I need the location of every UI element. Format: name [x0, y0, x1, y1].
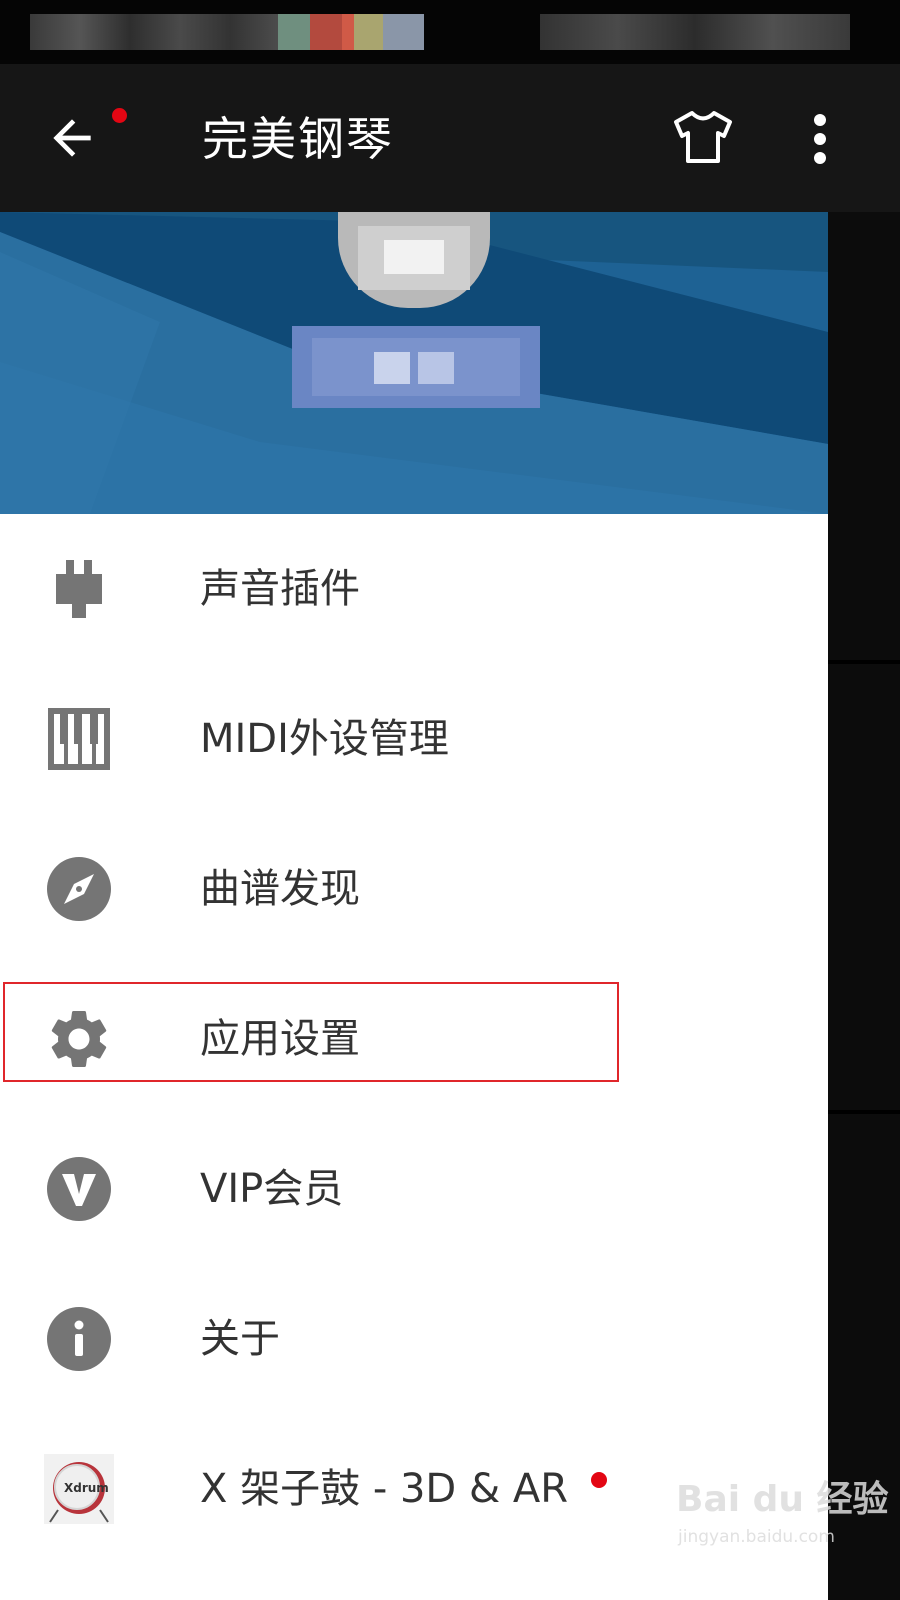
menu-item-score-discovery[interactable]: 曲谱发现 — [0, 814, 828, 964]
menu-label: 关于 — [200, 1316, 280, 1362]
menu-item-about[interactable]: 关于 — [0, 1264, 828, 1414]
avatar[interactable] — [338, 212, 490, 308]
scrim-divider — [828, 1110, 900, 1114]
drum-app-icon: Xdrum — [44, 1454, 114, 1524]
status-bar-redacted-left — [30, 14, 280, 50]
drawer-scrim[interactable] — [828, 212, 900, 1600]
plugin-icon — [56, 560, 102, 618]
back-button[interactable] — [44, 106, 127, 170]
menu-item-x-drums[interactable]: Xdrum X 架子鼓 - 3D & AR — [0, 1414, 828, 1564]
username-redacted — [292, 326, 540, 408]
app-bar: 完美钢琴 — [0, 64, 900, 212]
menu-label: 声音插件 — [200, 566, 360, 612]
app-title: 完美钢琴 — [202, 112, 394, 166]
info-icon — [47, 1307, 111, 1371]
menu-item-midi[interactable]: MIDI外设管理 — [0, 664, 828, 814]
back-notification-dot — [112, 108, 127, 123]
menu-label: VIP会员 — [200, 1166, 344, 1212]
more-vert-icon — [814, 114, 826, 164]
back-arrow-icon — [53, 119, 91, 157]
menu-label: MIDI外设管理 — [200, 716, 449, 762]
menu-item-app-settings[interactable]: 应用设置 — [0, 964, 828, 1114]
menu-label: X 架子鼓 - 3D & AR — [200, 1466, 569, 1512]
skin-button[interactable] — [672, 108, 738, 170]
notification-dot — [591, 1472, 607, 1488]
scrim-divider — [828, 660, 900, 664]
midi-keyboard-icon — [48, 708, 110, 770]
status-bar-redacted-right — [540, 14, 850, 50]
compass-icon — [47, 857, 111, 921]
status-bar-redacted-color — [278, 14, 424, 50]
more-options-button[interactable] — [800, 108, 840, 170]
vip-icon — [47, 1157, 111, 1221]
menu-item-vip[interactable]: VIP会员 — [0, 1114, 828, 1264]
status-bar — [0, 0, 900, 64]
navigation-drawer: 声音插件 MIDI外设管理 曲谱发现 应用设置 VIP会员 关于 Xdrum X… — [0, 212, 828, 1600]
menu-item-sound-plugins[interactable]: 声音插件 — [0, 514, 828, 664]
drawer-header — [0, 212, 828, 514]
menu-label: 应用设置 — [200, 1016, 360, 1062]
svg-text:Xdrum: Xdrum — [64, 1481, 109, 1495]
menu-label: 曲谱发现 — [200, 866, 360, 912]
gear-icon — [51, 1011, 107, 1067]
tshirt-icon — [674, 111, 732, 163]
